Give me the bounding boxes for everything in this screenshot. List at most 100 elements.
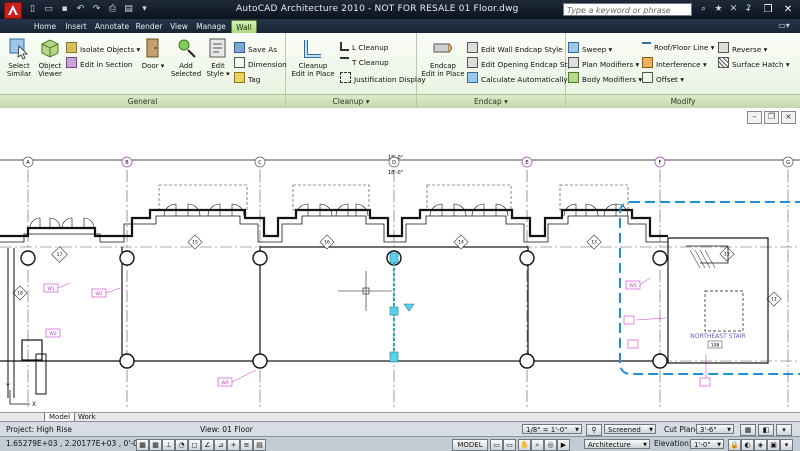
edit-in-section-button[interactable]: Edit in Section [66, 57, 133, 69]
search-input[interactable]: Type a keyword or phrase [563, 3, 692, 16]
layer-icon[interactable]: ▦ [740, 424, 756, 436]
polar-tracking-icon[interactable]: ◔ [175, 439, 188, 451]
window-tag[interactable]: W2 [91, 288, 107, 298]
dropdown-icon[interactable]: ▾ [138, 3, 151, 16]
justification-display-button[interactable]: Justification Display [340, 72, 426, 84]
t-cleanup-button[interactable]: T Cleanup [340, 57, 389, 68]
object-viewer-button[interactable]: Object Viewer [36, 36, 64, 78]
restore-viewport-icon[interactable]: ❐ [764, 111, 779, 124]
steering-wheel-icon[interactable]: ◎ [544, 439, 557, 451]
tab-insert[interactable]: Insert [62, 20, 90, 33]
roof-floor-line-button[interactable]: Roof/Floor Line ▾ [642, 42, 714, 53]
window-marker[interactable] [627, 339, 639, 349]
print-icon[interactable]: ⎙ [106, 3, 119, 16]
tab-manage[interactable]: Manage [194, 20, 228, 33]
tab-view[interactable]: View [168, 20, 190, 33]
room-tag[interactable]: 17 [51, 246, 68, 263]
grip-top[interactable] [389, 252, 399, 264]
window-marker[interactable] [699, 377, 711, 387]
l-cleanup-button[interactable]: L Cleanup [340, 42, 388, 53]
room-tag[interactable]: 12 [719, 246, 735, 262]
minimize-icon[interactable]: – [738, 2, 758, 17]
plan-modifiers-button[interactable]: Plan Modifiers ▾ [568, 57, 639, 69]
surface-hatch-button[interactable]: Surface Hatch ▾ [718, 57, 790, 69]
object-snap-tracking-icon[interactable]: ∠ [201, 439, 214, 451]
panel-title-cleanup[interactable]: Cleanup ▾ [286, 94, 416, 108]
sweep-button[interactable]: Sweep ▾ [568, 42, 612, 54]
window-tag[interactable]: W5 [625, 280, 641, 290]
edit-wall-endcap-style-button[interactable]: Edit Wall Endcap Style [467, 42, 563, 54]
workspace-select[interactable]: Architecture [584, 439, 650, 450]
new-icon[interactable]: ▯ [26, 3, 39, 16]
elevation-select[interactable]: 1'-0" [690, 439, 724, 450]
zoom-icon[interactable]: ⌕ [531, 439, 544, 451]
hardware-acceleration-icon[interactable]: ◈ [754, 439, 767, 451]
star-icon[interactable]: ★ [713, 3, 724, 16]
flip-grip-icon[interactable] [403, 303, 415, 312]
tab-wall[interactable]: Wall [231, 20, 257, 34]
properties-icon[interactable]: ▤ [122, 3, 135, 16]
door-button[interactable]: Door ▾ [140, 36, 166, 70]
snap-mode-icon[interactable]: ▦ [136, 439, 149, 451]
add-selected-button[interactable]: Add Selected [170, 36, 202, 78]
grip-middle[interactable] [389, 306, 399, 316]
layout-quick-view-icon[interactable]: ▭ [490, 439, 503, 451]
isolate-icon[interactable]: ◐ [741, 439, 754, 451]
showmotion-icon[interactable]: ▶ [557, 439, 570, 451]
dynamic-input-icon[interactable]: + [227, 439, 240, 451]
window-marker[interactable] [623, 315, 635, 325]
save-icon[interactable]: ▪ [58, 3, 71, 16]
save-as-button[interactable]: Save As [234, 42, 277, 54]
lock-icon[interactable]: 🔒 [728, 439, 741, 451]
grip-bottom[interactable] [389, 351, 399, 363]
room-tag[interactable]: 11 [766, 291, 782, 307]
window-tag[interactable]: W3 [45, 328, 61, 338]
tab-annotate[interactable]: Annotate [94, 20, 130, 33]
quick-properties-icon[interactable]: ▤ [253, 439, 266, 451]
model-toggle-button[interactable]: MODEL [452, 439, 488, 451]
window-tag[interactable]: W1 [43, 283, 59, 293]
calculate-automatically-button[interactable]: Calculate Automatically [467, 72, 568, 84]
cut-plane-select[interactable]: 3'-6" [696, 424, 734, 435]
cleanup-edit-in-place-button[interactable]: Cleanup Edit in Place [290, 36, 336, 78]
tab-home[interactable]: Home [32, 20, 58, 33]
lineweight-icon[interactable]: ≡ [240, 439, 253, 451]
tab-render[interactable]: Render [134, 20, 164, 33]
display-config-select[interactable]: Screened [604, 424, 656, 435]
object-snap-icon[interactable]: ◻ [188, 439, 201, 451]
door-tag[interactable]: 108 [707, 340, 723, 349]
body-modifiers-button[interactable]: Body Modifiers ▾ [568, 72, 642, 84]
select-similar-button[interactable]: Select Similar [4, 36, 34, 78]
pan-icon[interactable]: ✋ [518, 439, 531, 451]
surface-icon[interactable]: ◧ [758, 424, 774, 436]
binoculars-icon[interactable]: ⌕ [698, 3, 709, 16]
edit-opening-endcap-style-button[interactable]: Edit Opening Endcap Style [467, 57, 578, 69]
status-menu-icon[interactable]: ▾ [780, 439, 793, 451]
window-tag[interactable]: W4 [217, 377, 233, 387]
edit-style-button[interactable]: Edit Style ▾ [204, 36, 232, 78]
close-icon[interactable]: ✕ [778, 2, 798, 17]
endcap-edit-in-place-button[interactable]: Endcap Edit in Place [421, 36, 465, 78]
dynamic-ucs-icon[interactable]: ⊿ [214, 439, 227, 451]
drawing-quick-view-icon[interactable]: ▭ [503, 439, 516, 451]
application-menu-icon[interactable] [4, 2, 22, 19]
drawing-canvas[interactable]: 18'-0" 18'-0" A B C D E F G [0, 108, 800, 412]
maximize-icon[interactable]: ❐ [758, 2, 778, 17]
annotation-visibility-icon[interactable]: ⚲ [586, 424, 602, 436]
open-icon[interactable]: ▭ [42, 3, 55, 16]
offset-button[interactable]: Offset ▾ [642, 72, 684, 84]
clean-screen-icon[interactable]: ▣ [767, 439, 780, 451]
isolate-objects-button[interactable]: Isolate Objects ▾ [66, 42, 140, 54]
tag-button[interactable]: Tag [234, 72, 260, 84]
reverse-button[interactable]: Reverse ▾ [718, 42, 767, 54]
selected-wall[interactable] [389, 252, 415, 363]
scale-select[interactable]: 1/8" = 1'-0" [522, 424, 582, 435]
ortho-mode-icon[interactable]: ⊥ [162, 439, 175, 451]
ribbon-options-icon[interactable]: ▭▾ [770, 20, 798, 32]
room-tag[interactable]: 18 [12, 285, 28, 301]
interference-button[interactable]: Interference ▾ [642, 57, 707, 69]
minimize-viewport-icon[interactable]: – [747, 111, 762, 124]
options-icon[interactable]: ▾ [776, 424, 792, 436]
undo-icon[interactable]: ↶ [74, 3, 87, 16]
grid-display-icon[interactable]: ▦ [149, 439, 162, 451]
